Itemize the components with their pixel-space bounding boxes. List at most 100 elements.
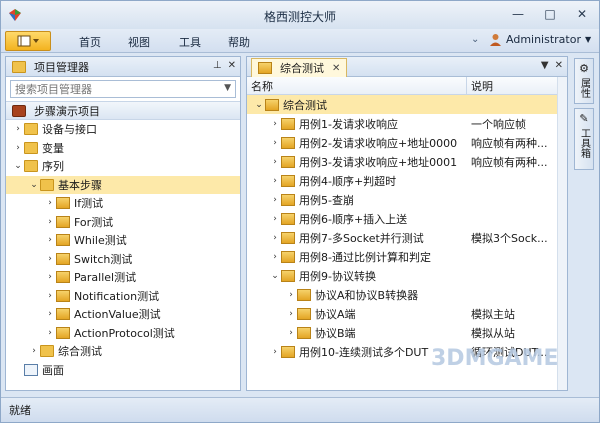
menu-home[interactable]: 首页 [79,34,101,50]
title-bar: 格西测控大师 — □ ✕ [1,1,599,29]
table-row[interactable]: › 协议B端 模拟从站 [247,323,567,342]
step-icon [281,231,295,244]
expand-down-icon[interactable]: ⌄ [12,161,24,171]
tree-item-label: For测试 [74,215,114,229]
expand-down-icon[interactable]: ⌄ [253,100,265,110]
expand-right-icon[interactable]: › [44,272,56,282]
table-row[interactable]: › 用例3-发请求收响应+地址0001 响应帧有两种... [247,152,567,171]
expand-right-icon[interactable]: › [269,214,281,224]
tree-item-label: While测试 [74,234,127,248]
expand-right-icon[interactable]: › [269,119,281,129]
vertical-scrollbar[interactable] [557,77,567,390]
expand-right-icon[interactable]: › [269,195,281,205]
expand-down-icon[interactable]: ⌄ [28,180,40,190]
expand-right-icon[interactable]: › [285,328,297,338]
tree-item[interactable]: › Notification测试 [6,287,240,306]
project-search-box[interactable]: ▼ [10,80,236,98]
table-row[interactable]: › 用例1-发请求收响应 一个响应帧 [247,114,567,133]
tab-close-icon[interactable]: ✕ [332,63,340,74]
tree-item[interactable]: › 综合测试 [6,342,240,361]
panel-close-icon[interactable]: ✕ [228,60,236,71]
step-folder-icon [40,345,54,358]
tree-item[interactable]: › Switch测试 [6,250,240,269]
tree-item[interactable]: › ActionProtocol测试 [6,324,240,343]
table-row[interactable]: ⌄ 用例9-协议转换 [247,266,567,285]
gear-icon: ⚙ [579,62,589,75]
table-row[interactable]: › 用例6-顺序+插入上送 [247,209,567,228]
table-row[interactable]: › 用例2-发请求收响应+地址0000 响应帧有两种... [247,133,567,152]
tab-comprehensive-test[interactable]: 综合测试 ✕ [251,58,348,77]
maximize-button[interactable]: □ [535,5,565,23]
step-icon [56,215,70,228]
expand-right-icon[interactable]: › [44,217,56,227]
expand-right-icon[interactable]: › [44,198,56,208]
expand-right-icon[interactable]: › [269,252,281,262]
application-menu-button[interactable] [5,31,51,51]
step-icon [281,250,295,263]
expand-right-icon[interactable]: › [12,143,24,153]
row-name: 协议A端 [315,307,356,321]
tree-item[interactable]: › While测试 [6,231,240,250]
table-row[interactable]: › 用例7-多Socket并行测试 模拟3个Sock... [247,228,567,247]
step-icon [281,345,295,358]
menu-help[interactable]: 帮助 [228,34,250,50]
expand-right-icon[interactable]: › [285,309,297,319]
expand-right-icon[interactable]: › [44,309,56,319]
tree-item-label: 序列 [42,160,64,174]
row-name: 用例1-发请求收响应 [299,117,398,131]
search-dropdown-icon[interactable]: ▼ [224,83,231,93]
expand-right-icon[interactable]: › [44,328,56,338]
tree-item[interactable]: › 变量 [6,139,240,158]
table-row[interactable]: › 协议A端 模拟主站 [247,304,567,323]
properties-side-tab[interactable]: ⚙ 属性 [574,58,594,104]
ribbon-collapse-chevron-icon[interactable]: ⌄ [471,34,479,45]
expand-right-icon[interactable]: › [44,235,56,245]
tree-item[interactable]: 画面 [6,361,240,380]
tree-item[interactable]: › For测试 [6,213,240,232]
toolbox-side-tab[interactable]: ✎ 工具箱 [574,108,594,170]
expand-right-icon[interactable]: › [12,124,24,134]
project-search-input[interactable] [15,82,215,96]
tree-item[interactable]: › If测试 [6,194,240,213]
minimize-button[interactable]: — [503,5,533,23]
step-icon [297,307,311,320]
user-menu[interactable]: Administrator ▼ [489,33,591,46]
menu-view[interactable]: 视图 [128,34,150,50]
tree-item-label: 综合测试 [58,345,102,359]
close-window-button[interactable]: ✕ [567,5,597,23]
pin-icon[interactable]: ⊥ [213,60,222,71]
watermark-logo: 3DMGAME [431,346,559,371]
expand-right-icon[interactable]: › [269,157,281,167]
tree-item-label: Notification测试 [74,289,160,303]
table-row[interactable]: › 用例5-查崩 [247,190,567,209]
menu-tools[interactable]: 工具 [179,34,201,50]
tree-item-label: 基本步骤 [58,178,102,192]
step-icon [56,234,70,247]
tree-item[interactable]: › ActionValue测试 [6,305,240,324]
user-dropdown-icon: ▼ [585,35,592,44]
tree-item[interactable]: › 设备与接口 [6,120,240,139]
tab-list-dropdown-icon[interactable]: ▼ [541,60,549,71]
table-row[interactable]: › 协议A和协议B转换器 [247,285,567,304]
expand-right-icon[interactable]: › [44,254,56,264]
expand-right-icon[interactable]: › [44,291,56,301]
table-row[interactable]: › 用例8-通过比例计算和判定 [247,247,567,266]
expand-right-icon[interactable]: › [269,233,281,243]
tree-item[interactable]: ⌄ 序列 [6,157,240,176]
row-desc: 响应帧有两种... [471,155,548,169]
column-header-name[interactable]: 名称 [247,77,467,94]
table-row[interactable]: › 用例4-顺序+判超时 [247,171,567,190]
column-header-desc[interactable]: 说明 [467,77,493,94]
expand-right-icon[interactable]: › [285,290,297,300]
document-close-icon[interactable]: ✕ [555,60,563,71]
expand-right-icon[interactable]: › [269,138,281,148]
expand-right-icon[interactable]: › [269,347,281,357]
table-row[interactable]: ⌄ 综合测试 [247,95,567,114]
expand-right-icon[interactable]: › [269,176,281,186]
tree-item[interactable]: ⌄ 基本步骤 [6,175,240,194]
expand-down-icon[interactable]: ⌄ [269,271,281,281]
tree-item-label: 画面 [42,363,64,377]
tree-item[interactable]: › Parallel测试 [6,268,240,287]
expand-right-icon[interactable]: › [28,346,40,356]
project-root-row[interactable]: 步骤演示项目 [6,101,240,120]
